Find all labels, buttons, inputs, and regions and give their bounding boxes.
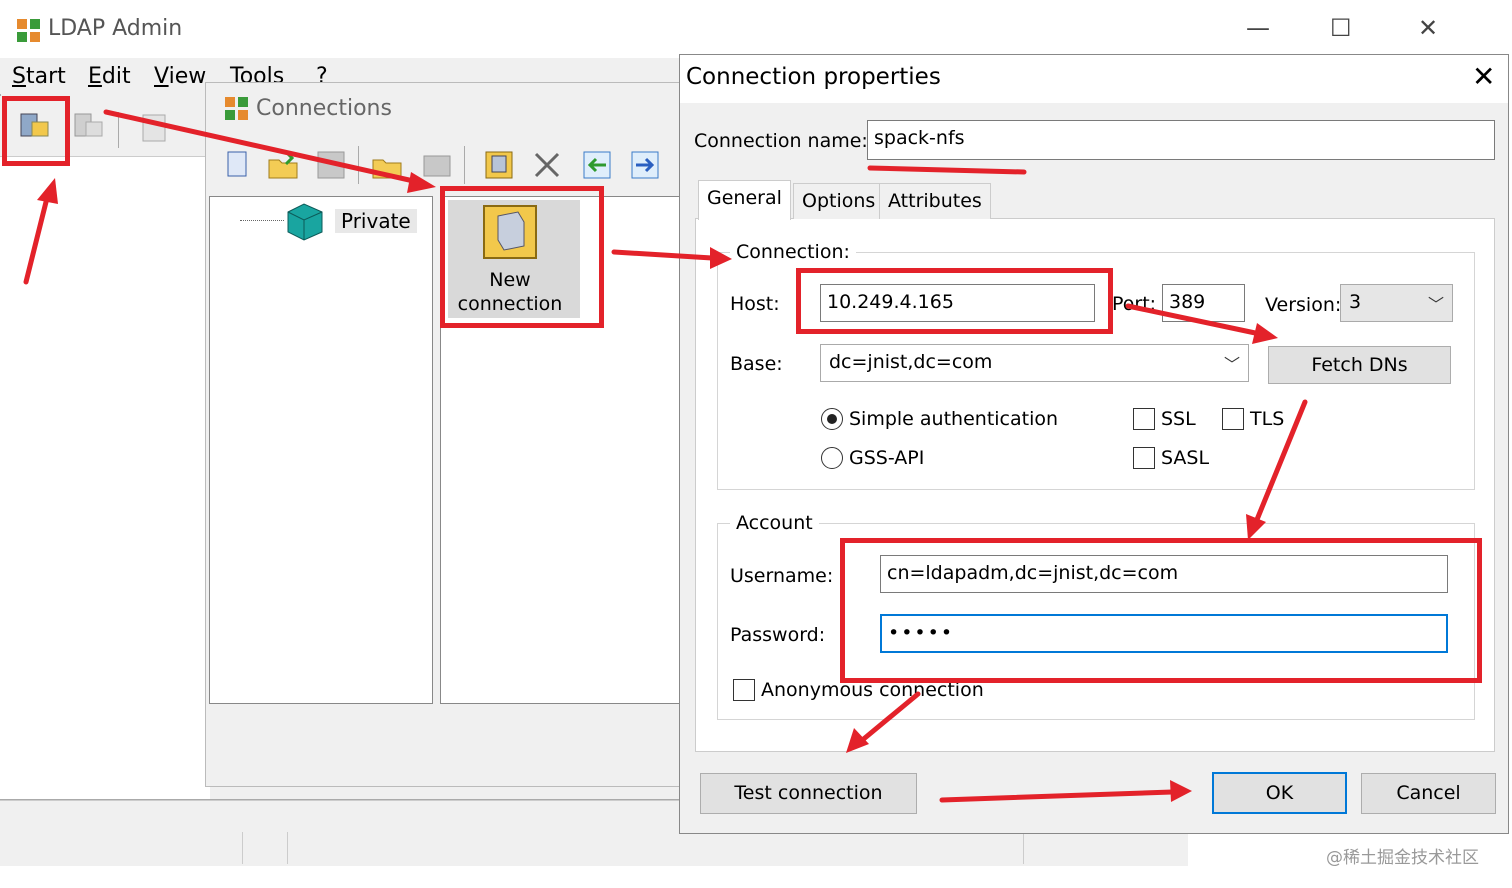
- arrow-to-fetch-dns: [1125, 303, 1278, 344]
- arrow-to-ok: [939, 780, 1192, 803]
- arrow-up-to-connect: [23, 178, 58, 285]
- annotation-arrows: [23, 109, 1308, 803]
- arrow-to-connection-group: [611, 247, 732, 269]
- underline-connection-name: [867, 165, 1027, 175]
- arrow-to-test-connection: [846, 691, 921, 753]
- watermark: @稀土掘金技术社区: [1326, 848, 1479, 868]
- arrow-to-credentials: [1246, 399, 1308, 540]
- arrow-to-new-connection: [103, 109, 436, 193]
